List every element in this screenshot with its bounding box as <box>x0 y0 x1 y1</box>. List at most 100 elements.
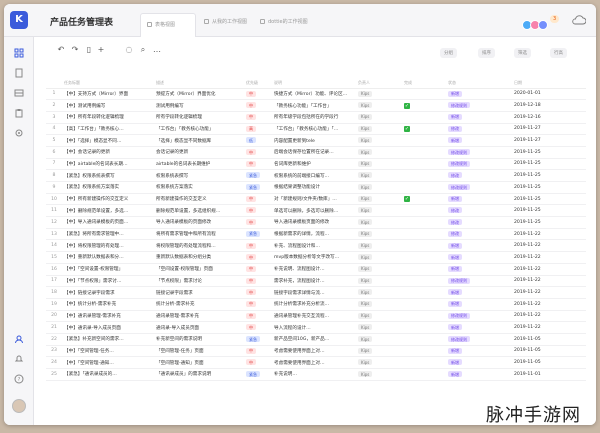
priority-cell[interactable]: 中 <box>244 298 272 311</box>
tab-my-work-view[interactable]: 从我的工作视图 <box>204 15 268 29</box>
note-cell[interactable]: 单选可以删除，多选可以删除… <box>272 204 356 218</box>
table-row[interactable]: 12 【中】导入通讯录模板的页面… 导入通讯录模板的页面修改中 导入通讯录模板页面的修… <box>46 216 586 229</box>
description-cell[interactable]: 「工作台」「教务核心功能」 <box>154 123 244 136</box>
task-title-cell[interactable]: 【中】所有新建操作的交互定义 <box>62 193 154 206</box>
table-row[interactable]: 25 【紧急】「通讯录成员的… 「通讯录成员」的需求说明 紧急 补充说明… Kips 新增 2… <box>46 368 586 381</box>
done-cell[interactable] <box>402 204 446 218</box>
status-cell[interactable]: 修改 <box>446 204 512 218</box>
priority-cell[interactable]: 高 <box>244 123 272 136</box>
status-cell[interactable]: 新增 <box>446 88 512 101</box>
done-cell[interactable] <box>402 228 446 241</box>
owner-cell[interactable]: Kips <box>356 333 402 346</box>
owner-cell[interactable]: Kips <box>356 169 402 182</box>
date-cell[interactable]: 2019-11-22 <box>512 275 586 288</box>
priority-cell[interactable]: 中 <box>244 251 272 264</box>
redo-icon[interactable]: ↷ <box>70 45 80 55</box>
description-cell[interactable]: 权限系统方案落实 <box>154 181 244 194</box>
note-cell[interactable]: 新产品空间10G，新产品… <box>272 333 356 346</box>
table-row[interactable]: 21 【中】通讯录-导入成员页面 通讯录-导入成员页面中 导入流程的设计… Kips 新增… <box>46 321 586 334</box>
search-icon[interactable]: ⌕ <box>138 45 148 55</box>
table-row[interactable]: 18 【中】链接记录字段需求 链接记录字段需求中 链接字段需求详情与流… Kips 新增 2… <box>46 286 586 299</box>
collaborator-avatars[interactable]: 3 <box>522 15 560 30</box>
priority-cell[interactable]: 紧急 <box>244 169 272 182</box>
table-row[interactable]: 23 【中】「空间管理-任务… 「空间管理-任务」页面中 考虑需要使用界面上对… Kip… <box>46 345 586 358</box>
task-title-cell[interactable]: 【紧急】权限系统表撰写 <box>62 169 154 182</box>
task-title-cell[interactable]: 【中】重新默认数据表和分… <box>62 251 154 264</box>
help-icon[interactable]: ? <box>14 369 24 384</box>
description-cell[interactable]: 通讯录-导入成员页面 <box>154 321 244 334</box>
column-header[interactable]: 优先级 <box>244 79 272 89</box>
column-header[interactable]: 说明 <box>272 79 356 89</box>
table-row[interactable]: 24 【中】「空间管理-通知… 「空间管理-通知」页面中 考虑需要使用界面上对… Kip… <box>46 356 586 369</box>
description-cell[interactable]: 「通讯录成员」的需求说明 <box>154 368 244 381</box>
column-header[interactable]: 状态 <box>446 79 512 89</box>
cloud-sync-icon[interactable] <box>572 15 586 25</box>
done-cell[interactable] <box>402 88 446 101</box>
group-button[interactable]: 分组 <box>440 48 457 58</box>
owner-cell[interactable]: Kips <box>356 204 402 218</box>
description-cell[interactable]: 删除规范单设置，多选组织规… <box>154 204 244 218</box>
owner-cell[interactable]: Kips <box>356 298 402 311</box>
date-cell[interactable]: 2020-01-01 <box>512 88 586 101</box>
done-cell[interactable] <box>402 169 446 182</box>
table-row[interactable]: 14 【中】将权限管理的有处理… 将权限管理的有处理流程和… 中 补充、流程图设计和… K… <box>46 239 586 253</box>
description-cell[interactable]: 权限系统表撰写 <box>154 169 244 182</box>
priority-cell[interactable]: 中 <box>244 158 272 171</box>
task-title-cell[interactable]: 【中】会话记录的更新 <box>62 146 154 159</box>
status-cell[interactable]: 修改规则 <box>446 310 512 323</box>
task-title-cell[interactable]: 【紧急】将所有需求管理中… <box>62 228 154 241</box>
task-title-cell[interactable]: 【中】测试用例编写 <box>62 99 154 112</box>
done-cell[interactable] <box>402 263 446 276</box>
date-cell[interactable]: 2019-11-22 <box>512 286 586 299</box>
owner-cell[interactable]: Kips <box>356 181 402 194</box>
note-cell[interactable]: 通讯录管理补充交互流程… <box>272 310 356 323</box>
note-cell[interactable]: 对「新建规则/文件夹/数库」… <box>272 193 356 206</box>
priority-cell[interactable]: 中 <box>244 146 272 159</box>
date-cell[interactable]: 2019-11-22 <box>512 310 586 323</box>
date-cell[interactable]: 2019-11-05 <box>512 333 586 346</box>
note-cell[interactable]: 考虑需要使用界面上对… <box>272 356 356 369</box>
priority-cell[interactable]: 中 <box>244 275 272 288</box>
priority-cell[interactable]: 中 <box>244 193 272 206</box>
status-cell[interactable]: 修改规则 <box>446 181 512 194</box>
date-cell[interactable]: 2019-11-25 <box>512 181 586 194</box>
task-title-cell[interactable]: 【中】「空间设置-权限管理」 <box>62 263 154 276</box>
note-cell[interactable]: 统计分析需求补充分析流… <box>272 298 356 311</box>
task-title-cell[interactable]: 【中】「选择」模态显不同… <box>62 134 154 147</box>
table-row[interactable]: 17 【中】「节点权限」需求讨… 「节点权限」需求讨论中 需求补充，流程图设计… Kip… <box>46 275 586 288</box>
description-cell[interactable]: 所有新建操作的交互定义 <box>154 193 244 206</box>
done-cell[interactable] <box>402 216 446 229</box>
status-cell[interactable]: 新增 <box>446 345 512 358</box>
task-title-cell[interactable]: 【中】统计分析-需求补充 <box>62 298 154 311</box>
table-row[interactable]: 3 【中】所有年段转化逻辑梳理 所有学段转化逻辑梳理中 所有年级学段包括所在的学段行 K… <box>46 111 586 124</box>
done-cell[interactable] <box>402 134 446 147</box>
app-logo[interactable]: K <box>10 11 28 29</box>
date-cell[interactable]: 2019-11-22 <box>512 251 586 264</box>
table-row[interactable]: 16 【中】「空间设置-权限管理」 「空间设置-权限管理」页面中 补充说明、流程图设计… <box>46 263 586 276</box>
column-header[interactable]: 描述 <box>154 79 244 89</box>
done-cell[interactable] <box>402 111 446 124</box>
task-title-cell[interactable]: 【中】链接记录字段需求 <box>62 286 154 299</box>
owner-cell[interactable]: Kips <box>356 99 402 112</box>
description-cell[interactable]: 「空间管理-任务」页面 <box>154 345 244 358</box>
undo-icon[interactable]: ↶ <box>56 45 66 55</box>
table-row[interactable]: 1 【中】支持方式（Mirror）界面 预提方式（Mirror）界面优化中 快捷方式（… <box>46 88 586 101</box>
owner-cell[interactable]: Kips <box>356 251 402 264</box>
status-cell[interactable]: 新增 <box>446 251 512 264</box>
table-row[interactable]: 8 【紧急】权限系统表撰写 权限系统表撰写 紧急 权限系统的前端接口编写… Kips 修改 2… <box>46 169 586 182</box>
task-title-cell[interactable]: 【中】通讯录管理-需求补充 <box>62 310 154 323</box>
done-cell[interactable] <box>402 298 446 311</box>
table-row[interactable]: 20 【中】通讯录管理-需求补充 通讯录管理-需求补充中 通讯录管理补充交互流程… Ki… <box>46 310 586 323</box>
table-row[interactable]: 10 【中】所有新建操作的交互定义 所有新建操作的交互定义中 对「新建规则/文件夹/数… <box>46 193 586 206</box>
table-row[interactable]: 4 【高】「工作台」「教务核心… 「工作台」「教务核心功能」高 「工作台」「教务核心功… <box>46 123 586 136</box>
checkbox-checked-icon[interactable]: ✓ <box>404 196 410 203</box>
date-cell[interactable]: 2019-11-05 <box>512 356 586 369</box>
date-cell[interactable]: 2019-11-22 <box>512 239 586 253</box>
note-cell[interactable]: mvp版本数据分析等文字改写… <box>272 251 356 264</box>
table-row[interactable]: 5 【中】「选择」模态显不同… 「选择」模态显不同数据库低 内容配置更新到tele Ki… <box>46 134 586 147</box>
table-row[interactable]: 19 【中】统计分析-需求补充 统计分析-需求补充中 统计分析需求补充分析流… Kips… <box>46 298 586 311</box>
done-cell[interactable] <box>402 356 446 369</box>
owner-cell[interactable]: Kips <box>356 310 402 323</box>
status-cell[interactable]: 修改 <box>446 169 512 182</box>
date-cell[interactable]: 2019-12-18 <box>512 99 586 112</box>
